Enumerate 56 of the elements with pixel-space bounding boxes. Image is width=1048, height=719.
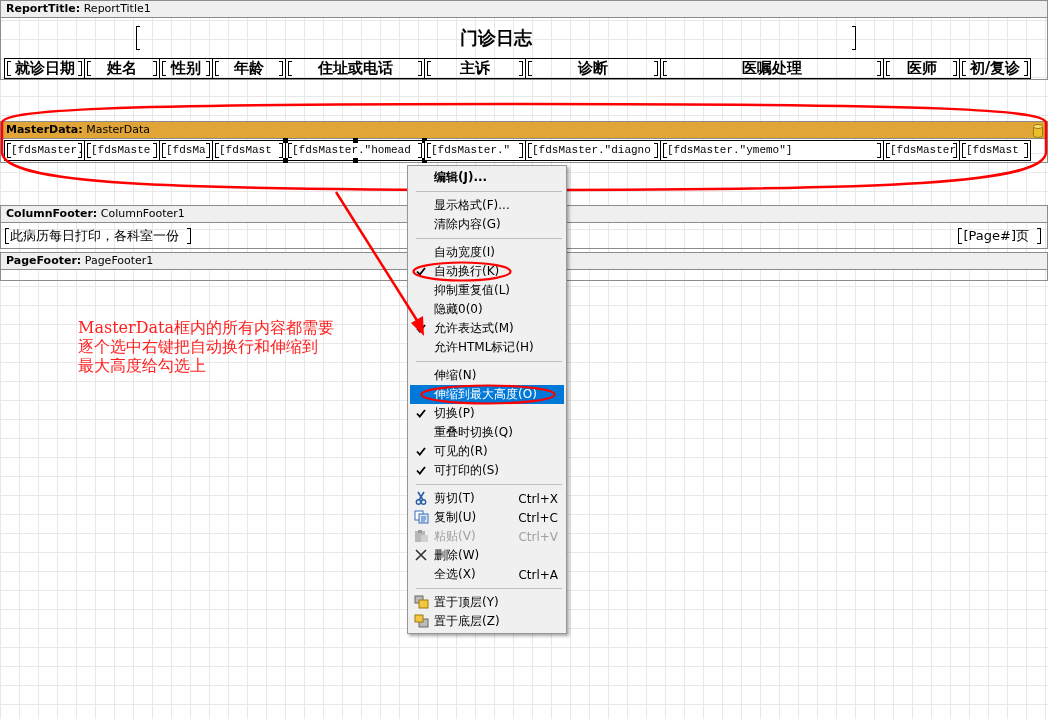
menu-item[interactable]: 可打印的(S) [410,461,564,480]
menu-item[interactable]: 复制(U) Ctrl+C [410,508,564,527]
column-header[interactable]: 就诊日期 [4,58,85,79]
band-title: MasterData: MasterData [6,122,151,138]
menu-item[interactable]: 隐藏0(0) [410,300,564,319]
data-field[interactable]: [fdsMaster.″ymemo″] [660,140,884,161]
send-to-back-icon [414,614,429,628]
menu-item[interactable]: 剪切(T) Ctrl+X [410,489,564,508]
column-header[interactable]: 姓名 [84,58,160,79]
data-field[interactable]: [fdsMaster.″ [424,140,526,161]
data-field[interactable]: [fdsMaster.″homead [285,140,425,161]
menu-item[interactable]: 自动宽度(I) [410,243,564,262]
menu-item[interactable]: 全选(X) Ctrl+A [410,565,564,584]
column-header[interactable]: 诊断 [525,58,661,79]
column-header[interactable]: 年龄 [212,58,286,79]
column-header[interactable]: 初/复诊 [959,58,1031,79]
menu-item[interactable]: 显示格式(F)... [410,196,564,215]
column-header[interactable]: 主诉 [424,58,526,79]
menu-item[interactable]: 允许HTML标记(H) [410,338,564,357]
menu-item[interactable]: 编辑(J)... [410,168,564,187]
column-header[interactable]: 性别 [159,58,213,79]
data-field[interactable]: [fdsMaster.″diagno [525,140,661,161]
menu-item[interactable]: 伸缩(N) [410,366,564,385]
data-field[interactable]: [fdsMast [212,140,286,161]
database-icon [1033,124,1043,138]
data-field[interactable]: [fdsMa [159,140,213,161]
band-title: PageFooter: PageFooter1 [6,253,154,269]
band-title: ReportTitle: ReportTitle1 [6,1,151,17]
clipboard-icon [414,529,429,543]
data-field[interactable]: [fdsMaster. [4,140,85,161]
menu-item[interactable]: 置于顶层(Y) [410,593,564,612]
menu-item[interactable]: 清除内容(G) [410,215,564,234]
annotation-note: MasterData框内的所有内容都需要 逐个选中右键把自动换行和伸缩到 最大高度给勾选上 [78,318,334,375]
band-title: ColumnFooter: ColumnFooter1 [6,206,185,222]
data-field[interactable]: [fdsMaste [84,140,160,161]
column-header[interactable]: 医师 [883,58,960,79]
page-number-field[interactable]: [Page#]页 [958,225,1041,246]
column-header[interactable]: 医嘱处理 [660,58,884,79]
delete-icon [414,548,428,562]
column-header[interactable]: 住址或电话 [285,58,425,79]
scissors-icon [414,491,428,505]
menu-item[interactable]: 可见的(R) [410,442,564,461]
menu-item[interactable]: 删除(W) [410,546,564,565]
menu-item[interactable]: 重叠时切换(Q) [410,423,564,442]
data-field[interactable]: [fdsMast [959,140,1031,161]
report-title[interactable]: 门诊日志 [136,18,856,58]
band-header[interactable]: MasterData: MasterData [0,121,1048,139]
menu-item[interactable]: 置于底层(Z) [410,612,564,631]
menu-item[interactable]: 自动换行(K) [410,262,564,281]
data-field[interactable]: [fdsMaster [883,140,960,161]
footer-note[interactable]: 此病历每日打印，各科室一份 [5,225,191,246]
menu-item[interactable]: 抑制重复值(L) [410,281,564,300]
bring-to-front-icon [414,595,429,609]
band-header[interactable]: ReportTitle: ReportTitle1 [0,0,1048,18]
copy-icon [414,510,429,524]
menu-item[interactable]: 切换(P) [410,404,564,423]
